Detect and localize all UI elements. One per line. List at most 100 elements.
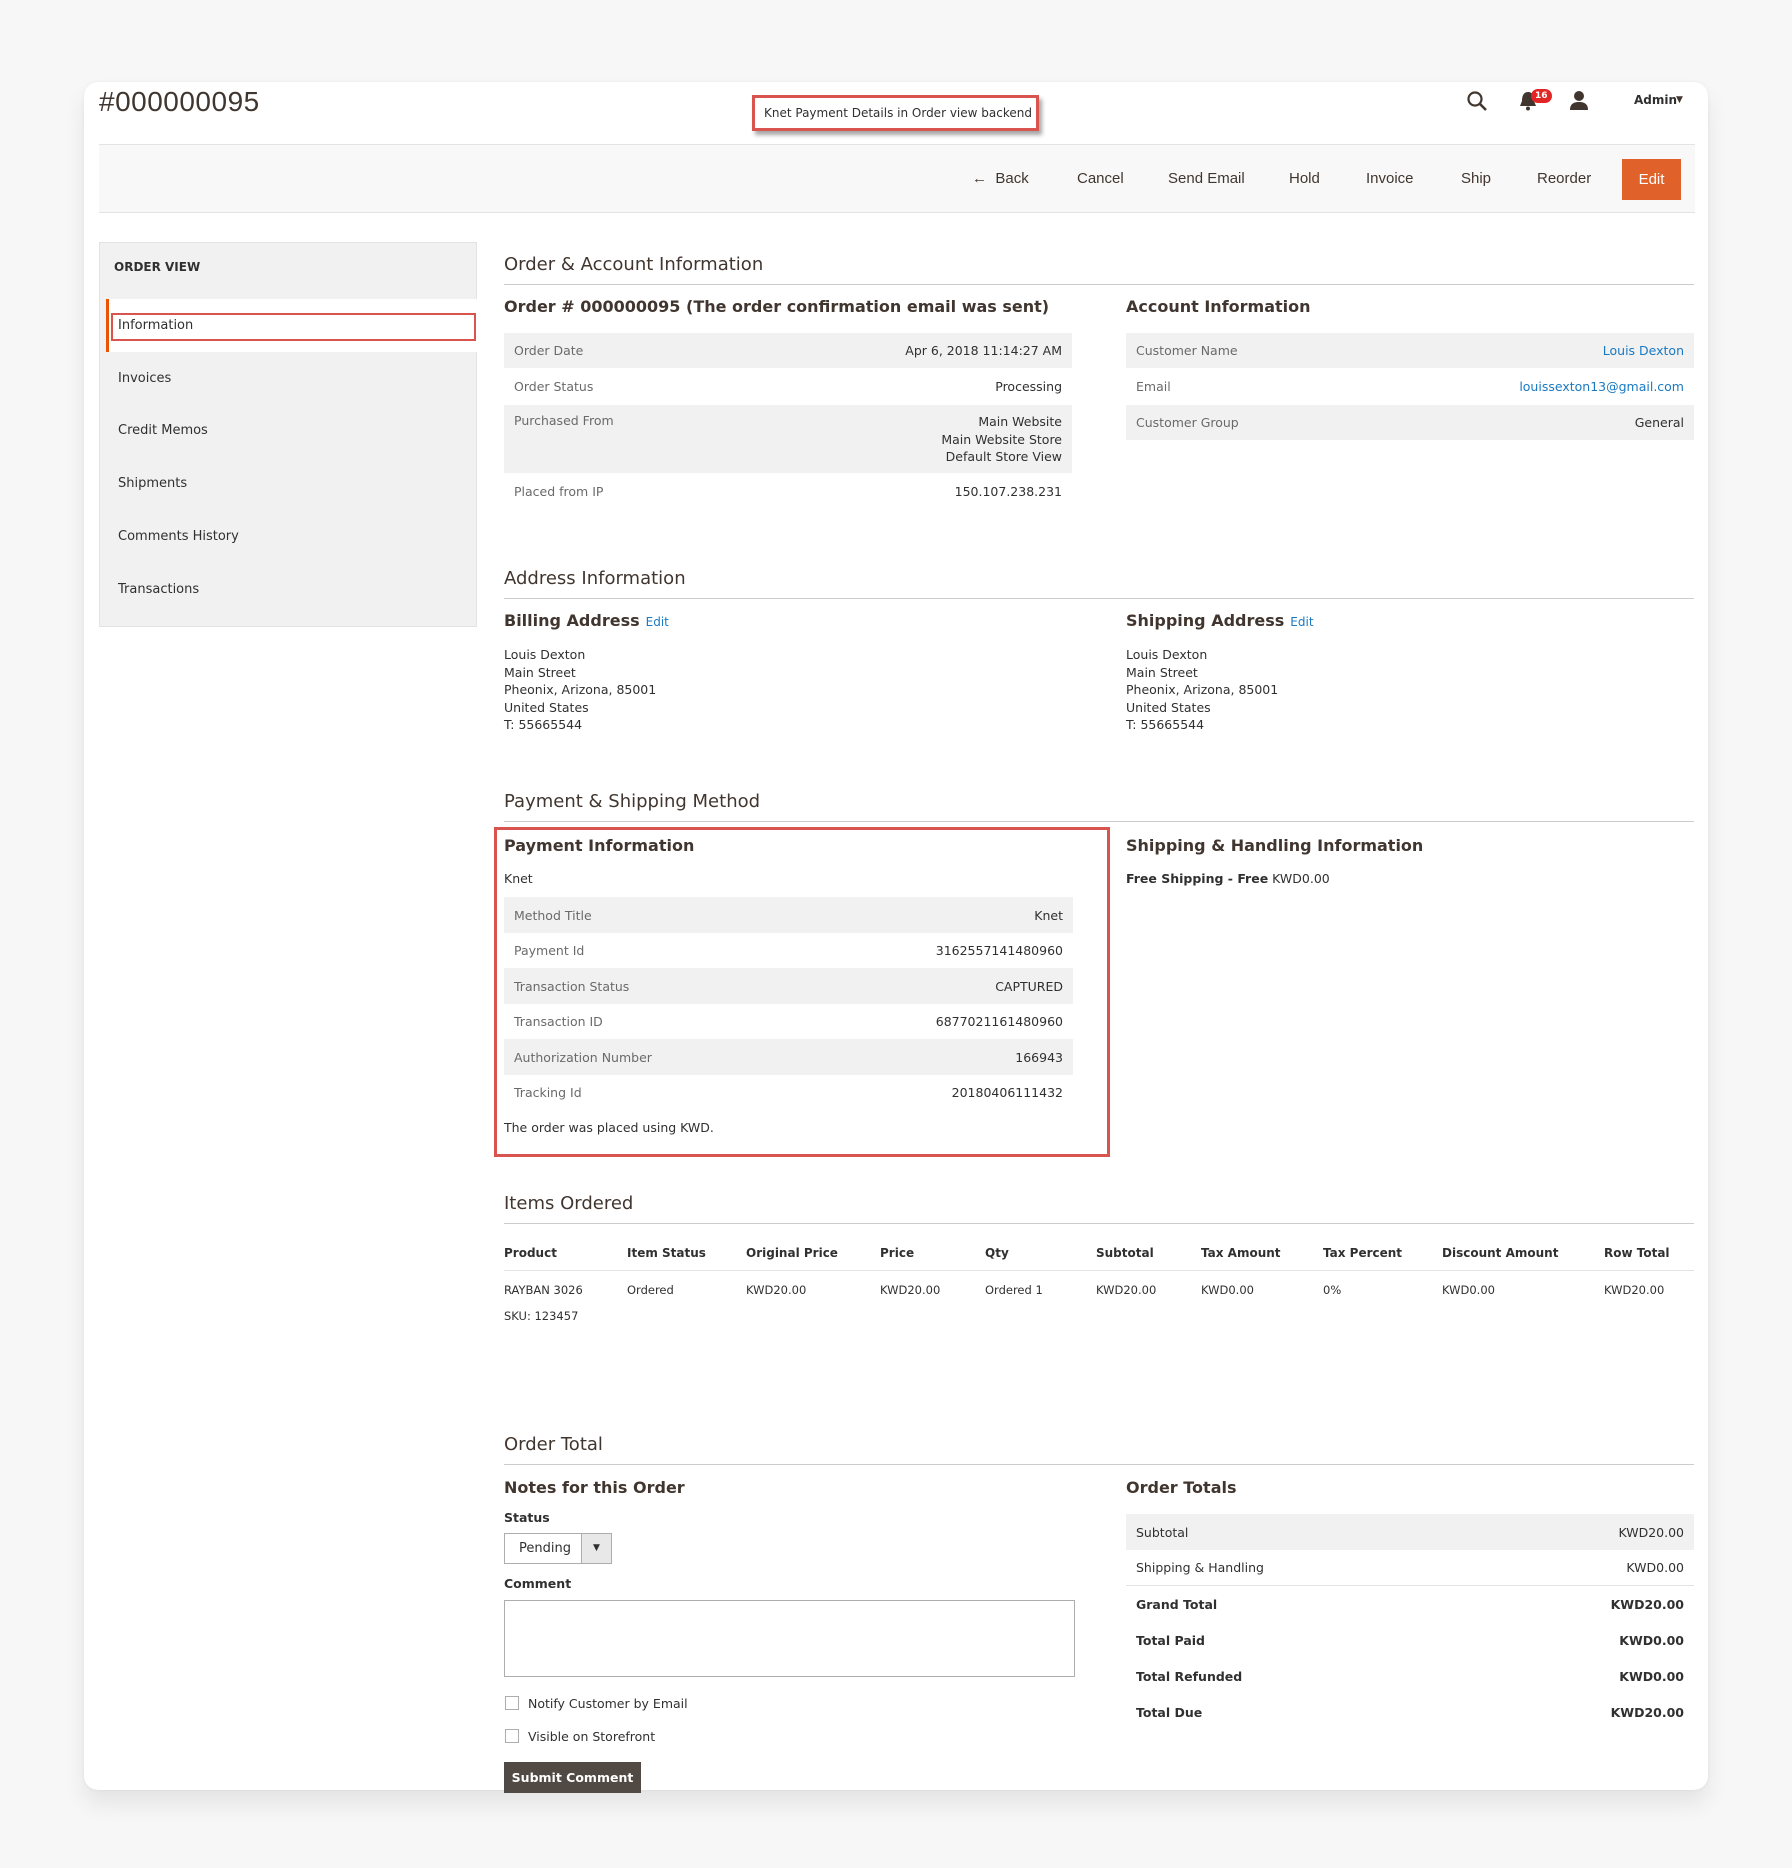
hold-button[interactable]: Hold xyxy=(1289,170,1320,187)
billing-edit-link[interactable]: Edit xyxy=(646,615,669,629)
transaction-id-value: 6877021161480960 xyxy=(935,1014,1063,1029)
transaction-status-row: Transaction Status CAPTURED xyxy=(504,968,1073,1004)
visible-storefront-checkbox[interactable] xyxy=(505,1729,519,1743)
discount-amount-cell: KWD0.00 xyxy=(1442,1283,1495,1297)
comment-label: Comment xyxy=(504,1576,572,1591)
payment-id-value: 3162557141480960 xyxy=(935,943,1063,958)
address-line: United States xyxy=(504,699,589,715)
email-row: Email louissexton13@gmail.com xyxy=(1126,368,1694,405)
section-title-payment-shipping: Payment & Shipping Method xyxy=(504,791,1694,822)
totals-label: Grand Total xyxy=(1136,1596,1218,1612)
notify-customer-checkbox[interactable] xyxy=(505,1696,519,1710)
row-label: Transaction ID xyxy=(514,1014,603,1029)
reorder-button[interactable]: Reorder xyxy=(1537,170,1591,187)
table-row: RAYBAN 3026 SKU: 123457 Ordered KWD20.00… xyxy=(504,1271,1694,1328)
annotation-callout: Knet Payment Details in Order view backe… xyxy=(752,95,1039,131)
address-line: United States xyxy=(1126,699,1211,715)
account-info-table: Customer Name Louis Dexton Email louisse… xyxy=(1126,333,1694,440)
subtotal-value: KWD20.00 xyxy=(1618,1524,1684,1540)
sidebar-item-transactions[interactable]: Transactions xyxy=(118,582,199,597)
customer-name-row: Customer Name Louis Dexton xyxy=(1126,333,1694,368)
comment-textarea[interactable] xyxy=(504,1600,1075,1677)
sidebar-item-shipments[interactable]: Shipments xyxy=(118,476,187,491)
chevron-down-icon: ▼ xyxy=(581,1534,611,1563)
product-sku: SKU: 123457 xyxy=(504,1309,579,1323)
order-status-row: Order Status Processing xyxy=(504,368,1072,405)
address-line: Pheonix, Arizona, 85001 xyxy=(1126,682,1279,697)
method-title-row: Method Title Knet xyxy=(504,897,1073,933)
shipping-method-name: Free Shipping - Free xyxy=(1126,871,1269,886)
total-refunded-row: Total Refunded KWD0.00 xyxy=(1126,1658,1694,1694)
shipping-price: KWD0.00 xyxy=(1272,871,1330,886)
shipping-heading-text: Shipping Address xyxy=(1126,611,1285,630)
total-due-value: KWD20.00 xyxy=(1610,1704,1684,1720)
caret-down-icon[interactable]: ▼ xyxy=(1676,95,1683,105)
back-button[interactable]: ← Back xyxy=(972,170,1029,187)
price-cell: KWD20.00 xyxy=(880,1283,941,1297)
subtotal-cell: KWD20.00 xyxy=(1096,1283,1157,1297)
billing-address-heading: Billing Address Edit xyxy=(504,611,669,630)
sidebar-item-information[interactable]: Information xyxy=(118,318,193,333)
row-label: Placed from IP xyxy=(514,484,604,499)
shipping-handling-row: Shipping & Handling KWD0.00 xyxy=(1126,1550,1694,1586)
items-ordered-table: Product Item Status Original Price Price… xyxy=(504,1240,1694,1327)
user-icon[interactable] xyxy=(1569,90,1593,114)
total-paid-value: KWD0.00 xyxy=(1619,1632,1684,1648)
invoice-button[interactable]: Invoice xyxy=(1366,170,1414,187)
row-label: Tracking Id xyxy=(514,1085,582,1100)
customer-group-value: General xyxy=(1634,415,1684,430)
ip-value: 150.107.238.231 xyxy=(954,484,1062,499)
grand-total-row: Grand Total KWD20.00 xyxy=(1126,1586,1694,1622)
sidebar-title: ORDER VIEW xyxy=(114,260,201,274)
order-totals-table: Subtotal KWD20.00 Shipping & Handling KW… xyxy=(1126,1514,1694,1730)
shipping-edit-link[interactable]: Edit xyxy=(1290,615,1313,629)
submit-comment-button[interactable]: Submit Comment xyxy=(504,1762,641,1793)
column-header: Item Status xyxy=(627,1240,746,1271)
admin-user-menu[interactable]: Admin xyxy=(1634,93,1677,107)
row-label: Payment Id xyxy=(514,943,585,958)
send-email-button[interactable]: Send Email xyxy=(1168,170,1245,187)
row-label: Transaction Status xyxy=(514,978,630,994)
tracking-id-row: Tracking Id 20180406111432 xyxy=(504,1075,1073,1110)
section-title-order-total: Order Total xyxy=(504,1434,1694,1465)
customer-name-link[interactable]: Louis Dexton xyxy=(1603,343,1684,358)
account-heading: Account Information xyxy=(1126,297,1311,316)
grand-total-value: KWD20.00 xyxy=(1610,1596,1684,1612)
column-header: Tax Amount xyxy=(1201,1240,1323,1271)
cancel-button[interactable]: Cancel xyxy=(1077,170,1124,187)
edit-button[interactable]: Edit xyxy=(1622,159,1681,200)
notes-heading: Notes for this Order xyxy=(504,1478,685,1497)
arrow-left-icon: ← xyxy=(972,170,987,187)
column-header: Discount Amount xyxy=(1442,1240,1604,1271)
email-link[interactable]: louissexton13@gmail.com xyxy=(1519,379,1684,394)
shipping-handling-value: KWD0.00 xyxy=(1626,1560,1684,1575)
sidebar-item-invoices[interactable]: Invoices xyxy=(118,371,171,386)
row-label: Customer Name xyxy=(1136,343,1238,358)
placed-from-ip-row: Placed from IP 150.107.238.231 xyxy=(504,473,1072,510)
item-status-cell: Ordered xyxy=(627,1283,674,1297)
row-label: Method Title xyxy=(514,907,592,923)
billing-heading-text: Billing Address xyxy=(504,611,640,630)
column-header: Price xyxy=(880,1240,985,1271)
order-heading: Order # 000000095 (The order confirmatio… xyxy=(504,297,1050,316)
shipping-address-heading: Shipping Address Edit xyxy=(1126,611,1314,630)
transaction-status-value: CAPTURED xyxy=(995,978,1063,994)
search-icon[interactable] xyxy=(1466,90,1490,114)
ship-button[interactable]: Ship xyxy=(1461,170,1491,187)
purchased-from-value: Main Website Main Website Store Default … xyxy=(941,413,1062,473)
customer-group-row: Customer Group General xyxy=(1126,405,1694,440)
section-title-items-ordered: Items Ordered xyxy=(504,1193,1694,1224)
sidebar-item-credit-memos[interactable]: Credit Memos xyxy=(118,423,208,438)
total-due-row: Total Due KWD20.00 xyxy=(1126,1694,1694,1730)
status-select[interactable]: Pending ▼ xyxy=(504,1533,612,1564)
column-header: Product xyxy=(504,1240,627,1271)
section-title-address: Address Information xyxy=(504,568,1694,599)
order-info-table: Order Date Apr 6, 2018 11:14:27 AM Order… xyxy=(504,333,1072,510)
payment-method-name: Knet xyxy=(504,871,533,886)
payment-id-row: Payment Id 3162557141480960 xyxy=(504,933,1073,968)
page-title: #000000095 xyxy=(99,86,260,117)
sidebar-item-comments-history[interactable]: Comments History xyxy=(118,529,239,544)
shipping-handling-heading: Shipping & Handling Information xyxy=(1126,836,1424,855)
store-line: Main Website Store xyxy=(941,431,1062,447)
currency-note: The order was placed using KWD. xyxy=(504,1120,714,1135)
